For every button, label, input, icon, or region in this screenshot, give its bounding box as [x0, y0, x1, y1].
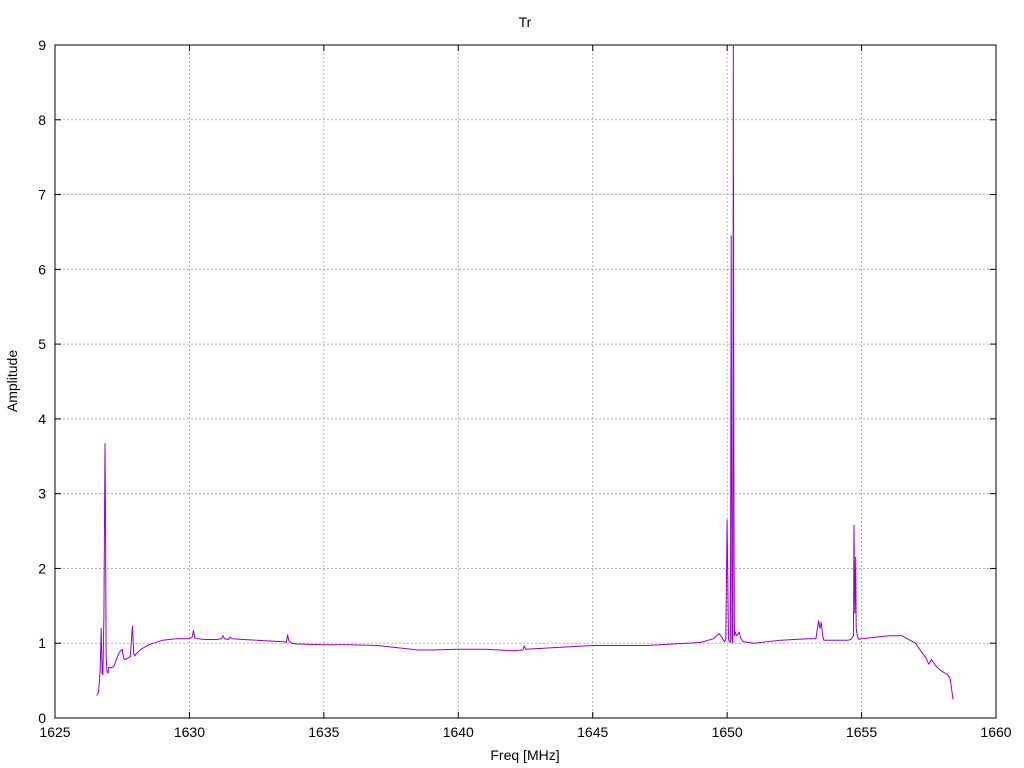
y-tick-label: 2 [38, 560, 46, 576]
y-tick-label: 3 [38, 486, 46, 502]
x-tick-label: 1625 [39, 724, 70, 740]
x-tick-label: 1640 [443, 724, 474, 740]
x-tick-label: 1650 [712, 724, 743, 740]
y-tick-label: 8 [38, 112, 46, 128]
y-tick-label: 1 [38, 635, 46, 651]
chart-title: Tr [519, 14, 532, 30]
y-tick-label: 9 [38, 37, 46, 53]
x-tick-label: 1660 [980, 724, 1011, 740]
y-tick-label: 4 [38, 411, 46, 427]
y-tick-label: 6 [38, 261, 46, 277]
x-tick-label: 1635 [308, 724, 339, 740]
y-tick-label: 0 [38, 710, 46, 726]
x-axis-label: Freq [MHz] [490, 747, 559, 763]
y-tick-label: 5 [38, 336, 46, 352]
y-tick-label: 7 [38, 187, 46, 203]
x-tick-label: 1655 [846, 724, 877, 740]
x-tick-label: 1630 [174, 724, 205, 740]
y-axis-label: Amplitude [4, 350, 20, 412]
chart-background [0, 0, 1024, 768]
chart: 1625 1630 1635 1640 1645 1650 1655 1660 0 1 2 3 4 5 6 7… [0, 0, 1024, 768]
x-tick-label: 1645 [577, 724, 608, 740]
